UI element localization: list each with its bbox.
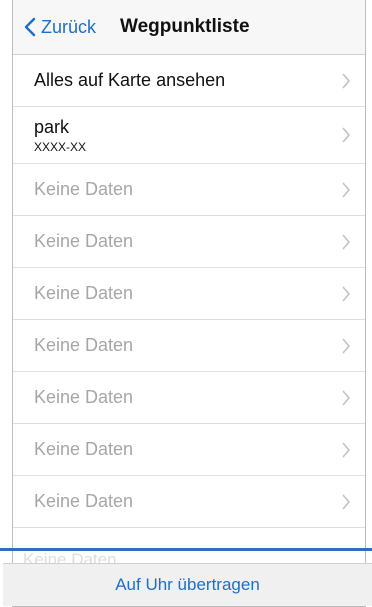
chevron-right-icon bbox=[342, 233, 350, 250]
back-button-label: Zurück bbox=[41, 16, 97, 37]
chevron-left-icon bbox=[24, 17, 36, 37]
list-item-label: Alles auf Karte ansehen bbox=[34, 70, 226, 90]
list-item-label: Keine Daten bbox=[34, 439, 134, 459]
chevron-right-icon bbox=[342, 389, 350, 406]
chevron-right-icon bbox=[342, 337, 350, 354]
chevron-right-icon bbox=[342, 181, 350, 198]
list-item-label: Keine Daten bbox=[34, 387, 134, 407]
list-item-view-all-on-map[interactable]: Alles auf Karte ansehen bbox=[13, 55, 365, 107]
list-item-empty[interactable]: Keine Daten bbox=[13, 164, 365, 216]
list-item-label: Keine Daten bbox=[34, 231, 134, 251]
list-item-sublabel: XXXX-XX bbox=[34, 139, 87, 154]
list-item-label: Keine Daten bbox=[34, 335, 134, 355]
page-title: Wegpunktliste bbox=[120, 16, 250, 37]
list-item-empty[interactable]: Keine Daten bbox=[13, 424, 365, 476]
chevron-right-icon bbox=[342, 493, 350, 510]
chevron-right-icon bbox=[342, 127, 350, 143]
list-item-empty[interactable]: Keine Daten bbox=[13, 476, 365, 528]
list-item-empty[interactable]: Keine Daten bbox=[13, 320, 365, 372]
list-item-waypoint-park[interactable]: park XXXX-XX bbox=[13, 107, 365, 164]
back-button[interactable]: Zurück bbox=[23, 17, 96, 38]
navigation-bar: Zurück Wegpunktliste bbox=[13, 0, 365, 55]
footer-area: Keine Daten Auf Uhr übertragen bbox=[0, 546, 372, 606]
chevron-right-icon bbox=[342, 441, 350, 458]
phone-screen: Zurück Wegpunktliste Alles auf Karte ans… bbox=[12, 0, 366, 607]
list-item-empty[interactable]: Keine Daten bbox=[13, 268, 365, 320]
transfer-button-label: Auf Uhr übertragen bbox=[115, 575, 260, 594]
transfer-to-watch-button[interactable]: Auf Uhr übertragen bbox=[3, 563, 372, 606]
list-item-empty[interactable]: Keine Daten bbox=[13, 216, 365, 268]
list-item-label: Keine Daten bbox=[34, 283, 134, 303]
chevron-right-icon bbox=[342, 72, 350, 89]
list-item-label: park bbox=[34, 116, 70, 137]
waypoint-list: Alles auf Karte ansehen park XXXX-XX Kei… bbox=[13, 55, 365, 528]
list-item-empty[interactable]: Keine Daten bbox=[13, 372, 365, 424]
list-item-label: Keine Daten bbox=[34, 179, 134, 199]
chevron-right-icon bbox=[342, 285, 350, 302]
list-item-label: Keine Daten bbox=[34, 491, 134, 511]
